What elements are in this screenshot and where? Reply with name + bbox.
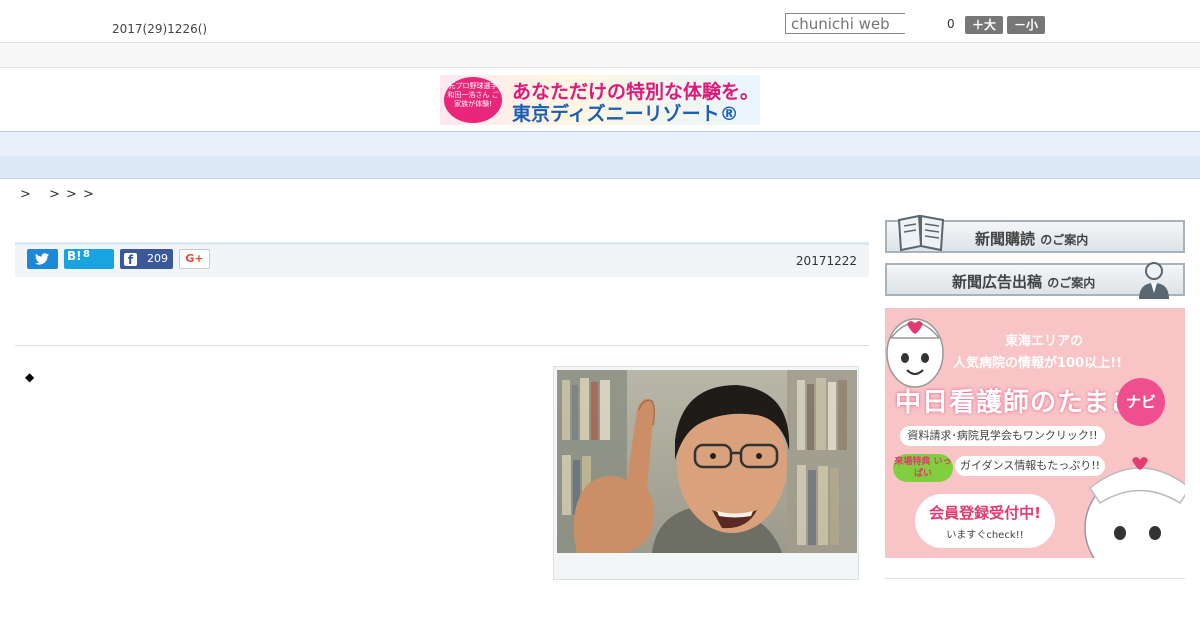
sub-nav [0,156,1200,179]
ad-navi-badge: ナビ [1117,378,1165,426]
subscription-info-banner[interactable]: 新聞購読 のご案内 [885,214,1185,253]
ad-signup-bubble: 会員登録受付中! いますぐcheck!! [915,494,1055,548]
breadcrumb-separator: > [66,187,77,202]
top-banner-ad[interactable]: 元プロ野球選手 和田一浩さん ご家族が体験! あなただけの特別な体験を。 東京デ… [440,75,760,125]
article-photo-frame [553,366,859,580]
ad-line-1: 東海エリアの [1005,334,1084,349]
google-plus-share-button[interactable]: G+ [179,249,210,269]
ad-bonus-badge: 来場特典 いっぱい [893,454,953,482]
hatena-count: 8 [83,249,90,260]
hatena-bookmark-button[interactable]: B! 8 [64,249,114,269]
ad-line-2: 人気病院の情報が100以上!! [953,356,1122,371]
ad-check-text: いますぐcheck!! [946,530,1024,541]
bullet-diamond: ◆ [25,370,35,384]
search-input[interactable] [785,13,905,34]
banner-brand: 東京ディズニーリゾート® [512,103,739,125]
nav-item-3[interactable] [327,135,367,153]
nav-item-1[interactable] [167,135,207,153]
nav-item-4[interactable] [407,135,447,153]
main-nav [0,131,1200,157]
subscription-title: 新聞購読 [975,230,1036,248]
current-date: 2017(29)1226() [112,22,208,36]
ad-title: 中日看護師のたまご [895,388,1138,418]
article-photo[interactable] [557,370,857,553]
breadcrumb-separator: > [83,187,94,202]
nav-item-8[interactable] [727,135,767,153]
banner-badge: 元プロ野球選手 和田一浩さん ご家族が体験! [444,77,502,123]
ad-signup-text: 会員登録受付中! [929,504,1041,522]
share-bar: B! 8 f 209 G+ 20171222 [15,245,869,277]
hatena-icon: B! [67,249,82,263]
article-date: 20171222 [795,254,857,268]
header-band [0,43,1200,68]
advertising-subtitle: のご案内 [1047,276,1096,290]
ad-line-3: 資料請求･病院見学会もワンクリック!! [900,426,1105,446]
subscription-subtitle: のご案内 [1040,233,1089,247]
nav-item-7[interactable] [647,135,687,153]
facebook-count: 209 [147,252,168,265]
advertising-info-banner[interactable]: 新聞広告出稿 のご案内 [885,262,1185,299]
counter-text: 0 [947,17,955,31]
font-size-small-button[interactable]: －小 [1007,16,1045,34]
ad-line-4: ガイダンス情報もたっぷり!! [955,456,1105,476]
nav-item-2[interactable] [247,135,287,153]
twitter-icon [35,253,49,265]
facebook-share-button[interactable]: f 209 [120,249,173,269]
font-size-large-button[interactable]: ＋大 [965,16,1003,34]
nav-item-5[interactable] [487,135,527,153]
content-divider [15,345,869,346]
newspaper-icon [897,214,945,252]
nurse-recruitment-ad[interactable]: 東海エリアの 人気病院の情報が100以上!! 中日看護師のたまご ナビ 資料請求… [885,308,1185,558]
sidebar-divider [885,578,1185,579]
twitter-share-button[interactable] [27,249,58,269]
nav-item-6[interactable] [567,135,607,153]
advertising-title: 新聞広告出稿 [952,273,1043,291]
businessman-icon [1139,262,1169,299]
nav-item-9[interactable] [807,135,847,153]
facebook-icon: f [124,253,137,267]
breadcrumb-separator: > [49,187,60,202]
breadcrumb-separator: > [20,187,31,202]
